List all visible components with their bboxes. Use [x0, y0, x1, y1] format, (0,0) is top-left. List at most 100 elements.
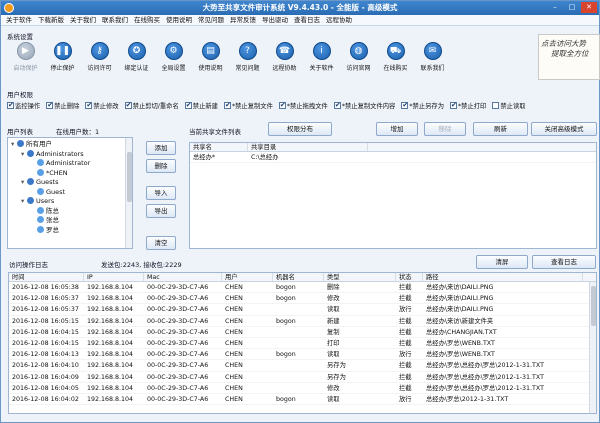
toolbar-button[interactable]: i 关于软件 — [303, 39, 340, 77]
table-row[interactable]: 2016-12-08 16:04:15 192.168.8.104 00-0C-29… — [9, 338, 596, 350]
checkbox[interactable] — [333, 101, 341, 109]
tree-node[interactable]: Administrator — [11, 159, 129, 169]
menu-item[interactable]: 远程协助 — [323, 15, 355, 25]
table-row[interactable]: 2016-12-08 16:05:37 192.168.8.104 00-0C-29… — [9, 304, 596, 316]
tree-node[interactable]: *CHEN — [11, 168, 129, 179]
checkbox[interactable] — [7, 101, 14, 109]
maximize-icon[interactable]: □ — [564, 2, 580, 13]
menu-item[interactable]: 异常反馈 — [227, 15, 259, 25]
clear-screen-button[interactable]: 清屏 — [476, 255, 528, 269]
column-header[interactable]: 共享目录 — [248, 143, 368, 151]
checkbox[interactable] — [184, 101, 192, 109]
checkbox[interactable] — [450, 101, 457, 109]
tree-node[interactable]: ▾ Guests — [11, 178, 129, 188]
column-header[interactable]: 机器名 — [273, 273, 324, 281]
delete-user-button[interactable]: 删除 — [146, 159, 176, 173]
checkbox[interactable] — [124, 101, 132, 109]
import-button[interactable]: 导入 — [146, 186, 176, 200]
add-share-button[interactable]: 增加 — [376, 122, 418, 136]
table-row[interactable]: 2016-12-08 16:05:37 192.168.8.104 00-0C-29… — [9, 293, 596, 305]
column-header[interactable]: 状态 — [396, 273, 423, 281]
toolbar-button[interactable]: ? 常见问题 — [229, 39, 266, 77]
permission-checkbox[interactable]: 禁止删除 — [46, 99, 79, 111]
checkbox[interactable] — [85, 101, 93, 109]
permission-distribution-button[interactable]: 权限分布 — [268, 122, 332, 136]
permission-checkbox[interactable]: 监控操作 — [7, 99, 40, 111]
add-user-button[interactable]: 添加 — [146, 141, 176, 155]
column-header[interactable]: 路径 — [423, 273, 583, 281]
table-row[interactable]: 2016-12-08 16:04:15 192.168.8.104 00-0C-29… — [9, 327, 596, 338]
checkbox[interactable] — [492, 101, 500, 109]
toolbar-button[interactable]: ☎ 远程协助 — [266, 39, 303, 77]
tree-expander-icon[interactable]: ▾ — [21, 178, 27, 188]
column-header[interactable]: 时间 — [9, 273, 84, 281]
close-icon[interactable]: ✕ — [581, 2, 597, 13]
tree-node[interactable]: ▾ 所有用户 — [11, 140, 129, 150]
permission-checkbox[interactable]: *禁止另存为 — [401, 99, 444, 111]
column-header[interactable]: 共享名 — [190, 143, 248, 151]
log-table[interactable]: 时间 IP Mac 用户 机器名 类型 状态 路径 2016-12-08 16:05:38 19… — [8, 272, 597, 414]
permission-checkbox[interactable]: 禁止新建 — [184, 99, 218, 111]
toolbar-button[interactable]: ◍ 访问官网 — [340, 39, 377, 77]
toolbar-button[interactable]: ▤ 使用说明 — [192, 39, 229, 77]
menu-item[interactable]: 在线购买 — [131, 15, 163, 25]
toolbar-button[interactable]: ⚙ 全局设置 — [155, 39, 192, 77]
refresh-button[interactable]: 刷新 — [473, 122, 528, 136]
table-row[interactable]: 总经办* C:\总经办 — [190, 152, 596, 164]
minimize-icon[interactable]: – — [547, 2, 563, 13]
tree-node[interactable]: ▾ Administrators — [11, 149, 129, 160]
toolbar-button[interactable]: ▶ 启动保护 — [7, 39, 44, 77]
brand-banner[interactable]: 点去访问大势 提取全方位 — [538, 34, 600, 80]
column-header[interactable]: 用户 — [222, 273, 273, 281]
user-tree-scrollbar[interactable] — [125, 138, 132, 248]
table-row[interactable]: 2016-12-08 16:04:10 192.168.8.104 00-0C-29… — [9, 360, 596, 372]
column-header[interactable]: Mac — [144, 273, 222, 281]
permission-checkbox[interactable]: *禁止复制文件内容 — [333, 99, 395, 111]
table-row[interactable]: 2016-12-08 16:04:13 192.168.8.104 00-0C-29… — [9, 349, 596, 361]
table-row[interactable]: 2016-12-08 16:05:38 192.168.8.104 00-0C-29… — [9, 282, 596, 294]
tree-expander-icon[interactable]: ▾ — [21, 197, 27, 207]
tree-node[interactable]: ▾ Users — [11, 197, 129, 207]
column-header[interactable]: IP — [84, 273, 144, 281]
toolbar-button[interactable]: ✪ 绑定认证 — [118, 39, 155, 77]
tree-expander-icon[interactable]: ▾ — [11, 140, 17, 150]
toolbar-button[interactable]: ⚷ 访问许可 — [81, 39, 118, 77]
checkbox[interactable] — [401, 101, 409, 109]
table-row[interactable]: 2016-12-08 16:04:05 192.168.8.104 00-0C-29… — [9, 383, 596, 394]
tree-node[interactable]: 张总 — [11, 216, 129, 226]
user-tree[interactable]: ▾ 所有用户 ▾ Administrators Administrator *CHEN ▾ G… — [7, 137, 133, 249]
close-advanced-mode-button[interactable]: 关闭高级模式 — [531, 122, 597, 136]
toolbar-button[interactable]: ⛟ 在线购买 — [377, 39, 414, 77]
menu-item[interactable]: 常见问题 — [195, 15, 227, 25]
menu-item[interactable]: 关于我们 — [67, 15, 99, 25]
menu-item[interactable]: 联系我们 — [99, 15, 131, 25]
toolbar-button[interactable]: ❚❚ 停止保护 — [44, 39, 81, 77]
table-row[interactable]: 2016-12-08 16:05:15 192.168.8.104 00-0C-29… — [9, 316, 596, 327]
menu-item[interactable]: 关于软件 — [3, 15, 35, 25]
permission-checkbox[interactable]: 禁止修改 — [85, 99, 119, 111]
menu-item[interactable]: 下载新版 — [35, 15, 67, 25]
permission-checkbox[interactable]: 禁止读取 — [492, 99, 526, 111]
tree-node[interactable]: 罗总 — [11, 225, 129, 236]
menu-item[interactable]: 使用说明 — [163, 15, 195, 25]
checkbox[interactable] — [278, 101, 286, 109]
remove-share-button[interactable]: 移除 — [424, 122, 466, 136]
permission-checkbox[interactable]: 禁止剪切/重命名 — [124, 99, 179, 111]
tree-node[interactable]: 陈总 — [11, 206, 129, 217]
title-bar[interactable]: 大势至共享文件审计系统 V9.4.43.0 - 全能版 - 高级模式 – □ ✕ — [1, 1, 599, 15]
permission-checkbox[interactable]: *禁止复制文件 — [223, 99, 273, 111]
column-header[interactable]: 类型 — [324, 273, 396, 281]
table-row[interactable]: 2016-12-08 16:04:02 192.168.8.104 00-0C-29… — [9, 394, 596, 406]
permission-checkbox[interactable]: *禁止拖拽文件 — [278, 99, 328, 111]
checkbox[interactable] — [46, 101, 54, 109]
table-row[interactable]: 2016-12-08 16:04:09 192.168.8.104 00-0C-29… — [9, 372, 596, 383]
clear-button[interactable]: 清空 — [146, 236, 176, 250]
view-log-button[interactable]: 查看日志 — [532, 255, 596, 269]
checkbox[interactable] — [223, 101, 231, 109]
log-scrollbar[interactable] — [589, 282, 596, 413]
permission-checkbox[interactable]: *禁止打印 — [450, 99, 486, 111]
tree-node[interactable]: Guest — [11, 187, 129, 198]
menu-item[interactable]: 查看日志 — [291, 15, 323, 25]
menu-item[interactable]: 导出驱动 — [259, 15, 291, 25]
export-button[interactable]: 导出 — [146, 204, 176, 218]
